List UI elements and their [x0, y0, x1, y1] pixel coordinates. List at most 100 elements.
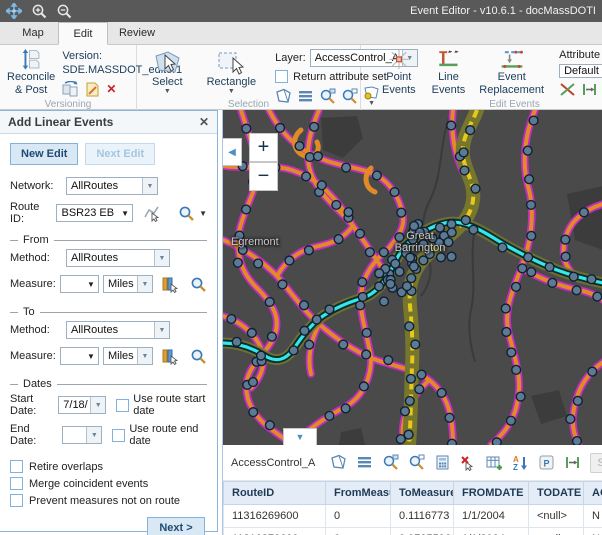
from-measure-picker-icon[interactable] — [161, 276, 178, 293]
return-attribute-set-checkbox[interactable] — [275, 70, 288, 83]
zoom-route-dropdown-icon[interactable]: ▼ — [199, 211, 207, 216]
dates-section-label: Dates — [23, 378, 52, 390]
new-version-icon[interactable] — [84, 81, 101, 98]
table-row[interactable]: 1131626960000.11167731/1/2004<null>N — [224, 505, 602, 528]
map-zoom-out-button[interactable]: − — [249, 162, 278, 191]
tab-edit[interactable]: Edit — [58, 22, 108, 45]
dropdown-button[interactable]: ▼ — [86, 427, 101, 443]
next-button[interactable]: Next > — [147, 517, 205, 535]
dropdown-button[interactable]: ▼ — [90, 397, 105, 413]
collapse-panel-button[interactable]: ◀ — [223, 138, 242, 166]
offset-event-icon[interactable] — [581, 81, 598, 98]
map-zoom-in-button[interactable]: + — [249, 133, 278, 162]
add-record-icon[interactable] — [486, 454, 503, 471]
chevron-down-icon: ▼ — [296, 432, 305, 442]
line-events-icon — [433, 49, 463, 70]
start-date-picker[interactable]: 7/18/▼ — [58, 396, 106, 414]
column-header[interactable]: RouteID — [224, 482, 326, 505]
to-measure-picker-icon[interactable] — [161, 348, 178, 365]
event-replacement-button[interactable]: Event Replacement — [476, 48, 547, 98]
tab-map[interactable]: Map — [8, 22, 58, 44]
prevent-measures-checkbox[interactable] — [10, 494, 23, 507]
rectangle-button[interactable]: Rectangle ▼ — [204, 48, 260, 98]
identify-icon[interactable]: P — [538, 454, 555, 471]
dropdown-button[interactable]: ▼ — [142, 178, 157, 194]
split-event-icon[interactable] — [559, 81, 576, 98]
route-id-combobox[interactable]: BSR23 EB▼ — [56, 204, 133, 222]
table-row[interactable]: 1131627060000.07955961/1/2004<null>N — [224, 528, 602, 535]
pan-icon[interactable] — [6, 3, 22, 19]
retire-overlaps-checkbox[interactable] — [10, 460, 23, 473]
from-method-combobox[interactable]: AllRoutes▼ — [66, 249, 170, 267]
to-units-combobox[interactable]: Miles▼ — [103, 347, 153, 365]
column-header[interactable]: FROMDATE — [454, 482, 529, 505]
merge-coincident-checkbox[interactable] — [10, 477, 23, 490]
clear-selection-icon[interactable] — [460, 454, 477, 471]
map-canvas[interactable]: Egremont GreatBarrington ◀ + − ▼ — [222, 110, 602, 445]
from-units-combobox[interactable]: Miles▼ — [103, 275, 153, 293]
delete-version-icon[interactable]: ✕ — [106, 82, 116, 96]
rectangle-select-icon — [216, 49, 246, 75]
to-measure-combobox[interactable]: ▼ — [60, 347, 99, 365]
layer-label: Layer: — [275, 52, 306, 64]
zoom-to-selected-icon[interactable] — [382, 454, 399, 471]
ribbon: Reconcile & Post Version: SDE.MASSDOT_ed… — [0, 45, 602, 110]
end-date-label: End Date: — [10, 423, 58, 447]
group-label-selection: Selection — [137, 99, 360, 110]
start-date-label: Start Date: — [10, 393, 54, 417]
use-route-end-checkbox[interactable] — [112, 429, 125, 442]
end-date-picker[interactable]: ▼ — [62, 426, 102, 444]
to-section-label: To — [23, 306, 35, 318]
collapse-table-button[interactable]: ▼ — [283, 428, 317, 445]
to-method-combobox[interactable]: AllRoutes▼ — [66, 321, 170, 339]
network-label: Network: — [10, 180, 62, 192]
column-header[interactable]: ToMeasure — [391, 482, 454, 505]
dropdown-button[interactable]: ▼ — [154, 322, 169, 338]
rectangle-dropdown-icon[interactable]: ▼ — [228, 89, 235, 94]
ribbon-tabs: Map Edit Review — [0, 22, 602, 45]
next-edit-button[interactable]: Next Edit — [85, 143, 155, 165]
show-attributes-icon[interactable] — [356, 454, 373, 471]
dropdown-button[interactable]: ▼ — [137, 348, 152, 364]
tab-review[interactable]: Review — [108, 22, 166, 44]
event-editor-window: Event Editor - v10.6.1 - docMassDOTI Map… — [0, 0, 602, 535]
offset-icon[interactable] — [564, 454, 581, 471]
compare-versions-icon[interactable] — [62, 81, 79, 98]
line-events-button[interactable]: Line Events — [429, 48, 469, 98]
save-button[interactable]: S — [590, 453, 602, 473]
dropdown-button[interactable]: ▼ — [154, 250, 169, 266]
to-zoom-measure-icon[interactable] — [190, 348, 207, 365]
dropdown-button[interactable]: ▼ — [84, 280, 98, 289]
window-title: Event Editor - v10.6.1 - docMassDOTI — [410, 5, 596, 17]
network-combobox[interactable]: AllRoutes▼ — [66, 177, 158, 195]
retire-overlaps-label: Retire overlaps — [29, 461, 103, 473]
add-linear-events-panel: Add Linear Events ✕ New Edit Next Edit N… — [0, 110, 218, 532]
use-route-start-checkbox[interactable] — [116, 399, 129, 412]
zoom-out-icon[interactable] — [56, 3, 72, 19]
select-dropdown-icon[interactable]: ▼ — [164, 89, 171, 94]
select-route-on-map-icon[interactable] — [143, 205, 160, 222]
from-measure-combobox[interactable]: ▼ — [60, 275, 99, 293]
new-edit-button[interactable]: New Edit — [10, 143, 78, 165]
title-bar: Event Editor - v10.6.1 - docMassDOTI — [0, 0, 602, 22]
sort-az-icon[interactable]: AZ — [512, 454, 529, 471]
dropdown-button[interactable]: ▼ — [137, 276, 152, 292]
zoom-to-route-icon[interactable] — [178, 205, 195, 222]
attribute-set-combobox[interactable]: Default — [559, 64, 602, 78]
select-polygon-icon[interactable] — [330, 454, 347, 471]
pan-to-selected-icon[interactable] — [408, 454, 425, 471]
column-header[interactable]: TODATE — [529, 482, 584, 505]
column-header[interactable]: FromMeasure — [326, 482, 391, 505]
zoom-in-icon[interactable] — [31, 3, 47, 19]
column-header[interactable]: AC — [584, 482, 602, 505]
field-calculator-icon[interactable] — [434, 454, 451, 471]
dropdown-button[interactable]: ▼ — [118, 209, 132, 218]
close-icon[interactable]: ✕ — [199, 115, 209, 129]
from-zoom-measure-icon[interactable] — [190, 276, 207, 293]
group-edit-events: Point Events Line Events Event Replaceme… — [361, 45, 602, 110]
reconcile-post-button[interactable]: Reconcile & Post — [4, 48, 58, 98]
select-button[interactable]: Select ▼ — [149, 48, 186, 98]
point-events-button[interactable]: Point Events — [379, 48, 419, 98]
svg-text:P: P — [544, 459, 550, 469]
dropdown-button[interactable]: ▼ — [84, 352, 98, 361]
